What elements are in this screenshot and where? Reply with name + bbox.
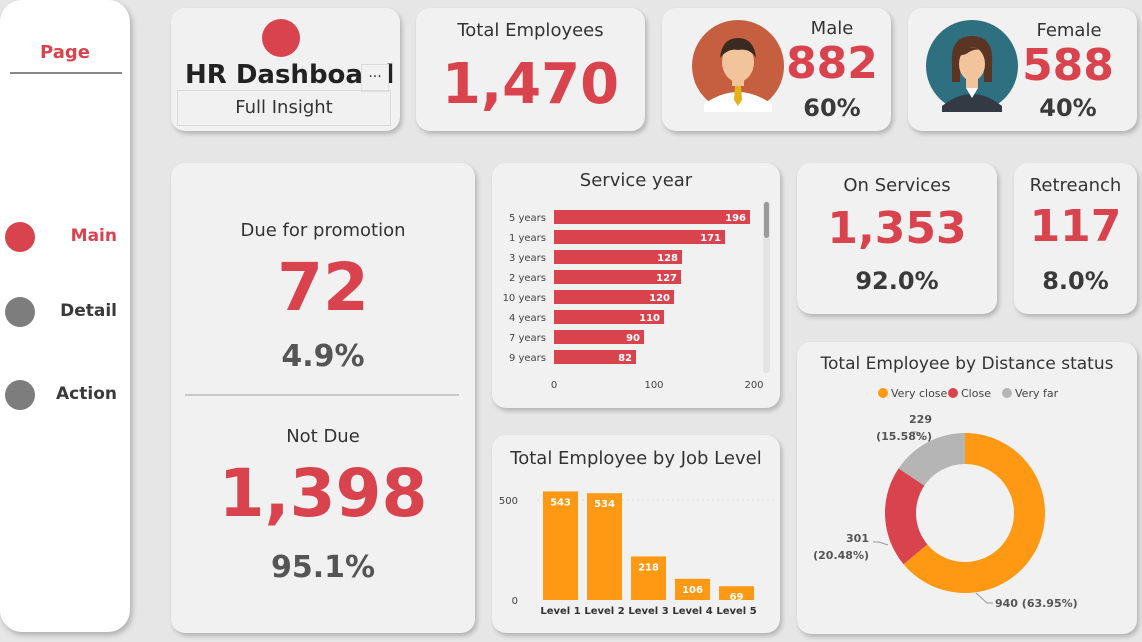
data-label: 69 <box>730 592 744 603</box>
x-tick-label: Level 5 <box>716 606 756 617</box>
x-tick-label: Level 4 <box>672 606 712 617</box>
sidebar-divider <box>10 72 122 74</box>
on-services-percent: 92.0% <box>855 267 939 295</box>
y-tick-label: 1 years <box>509 233 546 244</box>
service-year-chart: 5 years 196 1 years 171 3 years 128 2 years 127… <box>503 201 770 391</box>
y-tick-label: 5 years <box>509 213 546 224</box>
page-subtitle: Full Insight <box>177 90 391 126</box>
nav-dot-icon <box>5 222 35 252</box>
x-tick-label: Level 1 <box>540 606 580 617</box>
card-divider <box>185 394 459 396</box>
due-promotion-value: 72 <box>277 249 369 326</box>
male-label: Male <box>810 18 854 39</box>
legend-marker <box>1002 388 1012 398</box>
x-tick-label: 200 <box>744 380 763 391</box>
y-tick-label: 2 years <box>509 273 546 284</box>
data-label: 940 (63.95%) <box>995 597 1078 610</box>
nav-item-action[interactable]: Action <box>5 378 125 412</box>
retreanch-label: Retreanch <box>1029 175 1122 196</box>
legend-label: Close <box>961 387 991 400</box>
leader-line <box>873 541 889 546</box>
data-label: 106 <box>682 585 703 596</box>
y-tick-label: 3 years <box>509 253 546 264</box>
x-tick-label: 100 <box>644 380 663 391</box>
data-label: 90 <box>626 333 640 344</box>
female-value: 588 <box>1022 40 1114 91</box>
more-icon: ... <box>368 65 382 81</box>
female-card: Female 588 40% <box>908 8 1137 131</box>
leader-line <box>975 592 993 604</box>
due-promotion-percent: 4.9% <box>281 339 365 374</box>
not-due-value: 1,398 <box>218 455 428 532</box>
data-label: 229 <box>909 413 932 426</box>
service-year-card: Service year 5 years 196 1 years 171 3 years… <box>492 163 780 408</box>
total-employees-value: 1,470 <box>441 52 620 117</box>
promotion-card: Due for promotion 72 4.9% Not Due 1,398 … <box>171 163 475 633</box>
data-label: 301 <box>846 532 869 545</box>
header-card: HR Dashboard ... Full Insight <box>171 8 400 131</box>
x-tick-label: Level 2 <box>584 606 624 617</box>
nav-label-action: Action <box>56 384 117 404</box>
data-label: 128 <box>657 253 678 264</box>
nav-dot-icon <box>5 380 35 410</box>
male-percent: 60% <box>803 94 861 122</box>
data-label: 120 <box>649 293 670 304</box>
retreanch-card: Retreanch 117 8.0% <box>1014 163 1137 314</box>
distance-card: Total Employee by Distance status Very c… <box>797 342 1137 634</box>
not-due-percent: 95.1% <box>270 550 376 585</box>
nav-label-main: Main <box>70 226 117 246</box>
data-label: (15.58%) <box>876 430 932 443</box>
data-label: 196 <box>725 213 746 224</box>
nav-label-detail: Detail <box>60 301 117 321</box>
data-label: 534 <box>594 499 615 510</box>
y-tick-label: 500 <box>499 496 518 507</box>
nav-item-detail[interactable]: Detail <box>5 295 125 329</box>
job-level-chart: 500 0 543 Level 1 534 Level 2 218 Level 3 106 Lev… <box>499 491 774 617</box>
x-tick-label: Level 3 <box>628 606 668 617</box>
on-services-value: 1,353 <box>827 203 967 254</box>
legend-marker <box>948 388 958 398</box>
female-percent: 40% <box>1039 94 1097 122</box>
legend-marker <box>878 388 888 398</box>
data-label: 543 <box>550 497 571 508</box>
legend-label: Very close <box>891 387 948 400</box>
female-label: Female <box>1036 20 1102 41</box>
due-promotion-label: Due for promotion <box>240 220 406 241</box>
total-employees-label: Total Employees <box>457 20 604 41</box>
nav-dot-icon <box>5 297 35 327</box>
data-label: (20.48%) <box>813 549 869 562</box>
distance-chart: Very close Close Very far 940 (63.95%) 301 (2… <box>813 387 1078 610</box>
sidebar: Page Main Detail Action <box>0 0 130 632</box>
y-tick-label: 0 <box>512 596 518 607</box>
female-avatar-icon <box>926 20 1018 112</box>
x-tick-label: 0 <box>551 380 557 391</box>
data-label: 127 <box>656 273 677 284</box>
logo-icon <box>262 19 300 57</box>
y-tick-label: 4 years <box>509 313 546 324</box>
male-value: 882 <box>786 38 878 89</box>
retreanch-value: 117 <box>1029 201 1122 252</box>
data-label: 218 <box>638 562 659 573</box>
y-tick-label: 9 years <box>509 353 546 364</box>
more-options-button[interactable]: ... <box>361 64 389 92</box>
data-label: 110 <box>639 313 660 324</box>
sidebar-title: Page <box>40 42 90 63</box>
on-services-card: On Services 1,353 92.0% <box>797 163 997 314</box>
nav-item-main[interactable]: Main <box>5 220 125 254</box>
retreanch-percent: 8.0% <box>1042 267 1109 295</box>
job-level-card: Total Employee by Job Level 500 0 543 Level… <box>492 435 780 633</box>
male-card: Male 882 60% <box>662 8 891 131</box>
data-label: 82 <box>618 353 632 364</box>
not-due-label: Not Due <box>286 426 360 447</box>
on-services-label: On Services <box>843 175 951 196</box>
y-tick-label: 7 years <box>509 333 546 344</box>
bar <box>554 210 750 224</box>
male-avatar-icon <box>692 20 784 112</box>
legend-label: Very far <box>1015 387 1059 400</box>
total-employees-card: Total Employees 1,470 <box>416 8 645 131</box>
scrollbar-thumb <box>764 202 769 238</box>
y-tick-label: 10 years <box>503 293 546 304</box>
data-label: 171 <box>700 233 721 244</box>
